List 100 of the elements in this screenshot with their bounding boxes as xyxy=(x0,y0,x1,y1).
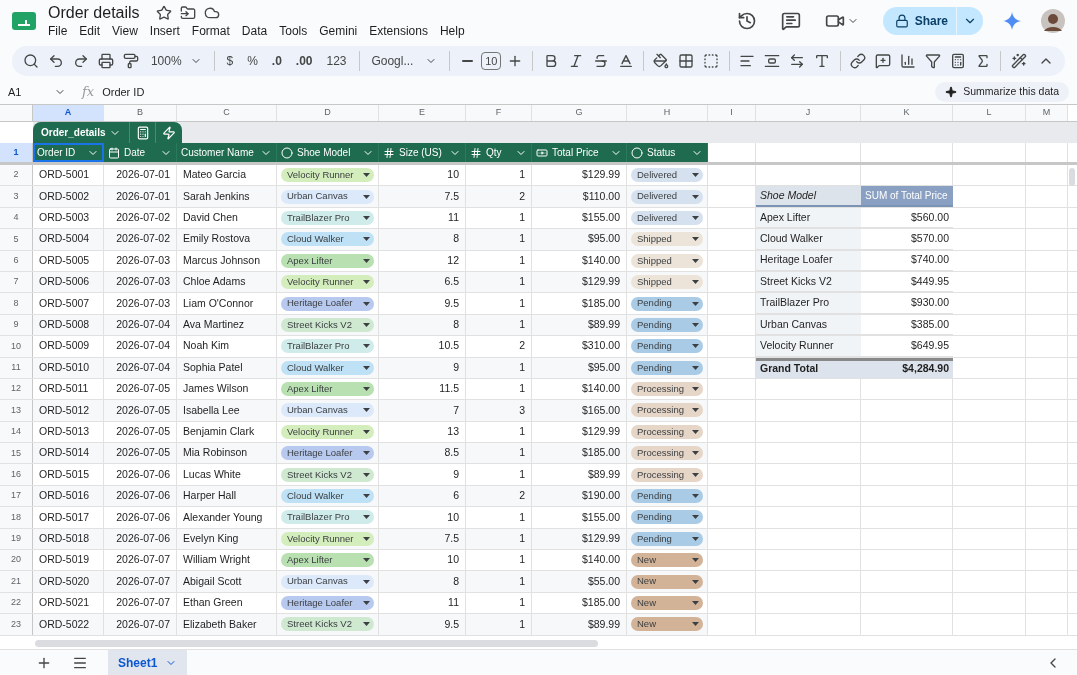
dropdown-chip[interactable]: Processing xyxy=(631,382,703,397)
folder-icon[interactable] xyxy=(179,5,196,21)
table-column-header[interactable]: Order ID xyxy=(33,143,104,162)
row-number[interactable]: 12 xyxy=(0,378,33,400)
table-column-header[interactable]: Customer Name xyxy=(177,143,277,162)
dropdown-chip[interactable]: TrailBlazer Pro xyxy=(281,339,374,354)
column-header[interactable]: I xyxy=(708,105,756,121)
dropdown-chip[interactable]: New xyxy=(631,596,703,610)
dropdown-chip[interactable]: Pending xyxy=(631,317,703,332)
dropdown-chip[interactable]: Urban Canvas xyxy=(281,574,374,589)
calculator-icon[interactable] xyxy=(135,125,150,140)
row-number[interactable]: 14 xyxy=(0,421,33,443)
dropdown-chip[interactable]: Street Kicks V2 xyxy=(281,467,374,482)
row-number[interactable]: 13 xyxy=(0,400,33,421)
dropdown-chip[interactable]: New xyxy=(631,574,703,589)
dropdown-chip[interactable]: Shipped xyxy=(631,253,703,268)
dropdown-chip[interactable]: Apex Lifter xyxy=(281,382,374,397)
dropdown-chip[interactable]: Shipped xyxy=(631,232,703,247)
column-header[interactable]: A xyxy=(33,105,104,121)
sparkle-icon[interactable] xyxy=(1003,12,1021,30)
dropdown-chip[interactable]: Pending xyxy=(631,339,703,354)
column-header[interactable]: E xyxy=(379,105,466,121)
row-number[interactable]: 7 xyxy=(0,271,33,293)
dropdown-chip[interactable]: Heritage Loafer xyxy=(281,296,374,311)
table-column-header[interactable]: Status xyxy=(627,143,708,162)
row-number[interactable]: 15 xyxy=(0,443,33,464)
menu-item[interactable]: Data xyxy=(241,23,268,39)
dropdown-chip[interactable]: Pending xyxy=(631,510,703,525)
dropdown-chip[interactable]: Urban Canvas xyxy=(281,403,374,418)
row-number[interactable]: 2 xyxy=(0,165,33,186)
dropdown-chip[interactable]: New xyxy=(631,553,703,568)
dropdown-chip[interactable]: Delivered xyxy=(631,168,703,183)
row-number[interactable]: 19 xyxy=(0,528,33,550)
column-header[interactable]: D xyxy=(277,105,379,121)
row-number[interactable]: 20 xyxy=(0,550,33,571)
dropdown-chip[interactable]: Street Kicks V2 xyxy=(281,617,374,632)
table-column-header[interactable]: Date xyxy=(104,143,177,162)
menu-item[interactable]: File xyxy=(48,23,68,39)
star-icon[interactable] xyxy=(155,5,172,21)
menu-item[interactable]: Help xyxy=(439,23,465,39)
column-header[interactable]: K xyxy=(861,105,953,121)
table-column-header[interactable]: Total Price xyxy=(532,143,627,162)
currency-button[interactable]: $ xyxy=(220,47,240,75)
menu-item[interactable]: Format xyxy=(191,23,230,39)
dropdown-chip[interactable]: Processing xyxy=(631,424,703,439)
zap-icon[interactable] xyxy=(162,125,177,140)
row-number[interactable]: 1 xyxy=(0,143,33,162)
column-header[interactable]: F xyxy=(466,105,532,121)
decrease-decimals-button[interactable]: .0 xyxy=(265,47,288,75)
summarize-button[interactable]: Summarize this data xyxy=(935,82,1069,102)
row-number[interactable]: 4 xyxy=(0,207,33,229)
name-box[interactable]: A1 xyxy=(8,83,74,101)
dropdown-chip[interactable]: Velocity Runner xyxy=(281,275,374,290)
dropdown-chip[interactable]: Urban Canvas xyxy=(281,189,374,204)
dropdown-chip[interactable]: New xyxy=(631,617,703,632)
row-number[interactable]: 3 xyxy=(0,186,33,207)
column-header[interactable]: J xyxy=(756,105,861,121)
sheet-tab[interactable]: Sheet1 xyxy=(108,650,188,675)
table-name-tab[interactable]: Order_details xyxy=(33,122,182,143)
dropdown-chip[interactable]: Velocity Runner xyxy=(281,531,374,546)
row-number[interactable]: 8 xyxy=(0,293,33,314)
sheets-logo[interactable] xyxy=(12,12,36,30)
row-number[interactable]: 22 xyxy=(0,592,33,614)
dropdown-chip[interactable]: Processing xyxy=(631,403,703,418)
column-header[interactable]: G xyxy=(532,105,627,121)
vertical-scrollbar[interactable] xyxy=(1069,168,1075,186)
row-number[interactable]: 18 xyxy=(0,507,33,528)
avatar[interactable] xyxy=(1041,9,1065,33)
dropdown-chip[interactable]: Cloud Walker xyxy=(281,232,374,247)
dropdown-chip[interactable]: Velocity Runner xyxy=(281,424,374,439)
dropdown-chip[interactable]: Apex Lifter xyxy=(281,253,374,268)
row-number[interactable]: 23 xyxy=(0,614,33,635)
table-column-header[interactable]: Size (US) xyxy=(379,143,466,162)
percent-button[interactable]: % xyxy=(241,47,264,75)
table-column-header[interactable]: Qty xyxy=(466,143,532,162)
column-header[interactable]: C xyxy=(177,105,277,121)
cloud-icon[interactable] xyxy=(203,5,220,21)
dropdown-chip[interactable]: Pending xyxy=(631,531,703,546)
history-icon[interactable] xyxy=(736,11,757,31)
row-number[interactable]: 16 xyxy=(0,464,33,485)
row-number[interactable]: 10 xyxy=(0,336,33,357)
formula-field[interactable]: Order ID xyxy=(102,83,936,101)
dropdown-chip[interactable]: Street Kicks V2 xyxy=(281,317,374,332)
font-dropdown[interactable]: Googl... xyxy=(365,47,444,75)
column-header[interactable]: H xyxy=(627,105,708,121)
increase-decimals-button[interactable]: .00 xyxy=(289,47,319,75)
row-number[interactable]: 17 xyxy=(0,485,33,507)
dropdown-chip[interactable]: Processing xyxy=(631,467,703,482)
column-header[interactable]: B xyxy=(104,105,177,121)
dropdown-chip[interactable]: Cloud Walker xyxy=(281,360,374,375)
dropdown-chip[interactable]: Cloud Walker xyxy=(281,489,374,504)
menu-item[interactable]: Edit xyxy=(79,23,101,39)
dropdown-chip[interactable]: Delivered xyxy=(631,210,703,225)
dropdown-chip[interactable]: Velocity Runner xyxy=(281,168,374,183)
zoom-dropdown[interactable]: 100% xyxy=(144,47,208,75)
menu-item[interactable]: View xyxy=(112,23,138,39)
dropdown-chip[interactable]: Pending xyxy=(631,489,703,504)
row-number[interactable]: 9 xyxy=(0,314,33,336)
row-number[interactable]: 21 xyxy=(0,571,33,592)
dropdown-chip[interactable]: Pending xyxy=(631,296,703,311)
